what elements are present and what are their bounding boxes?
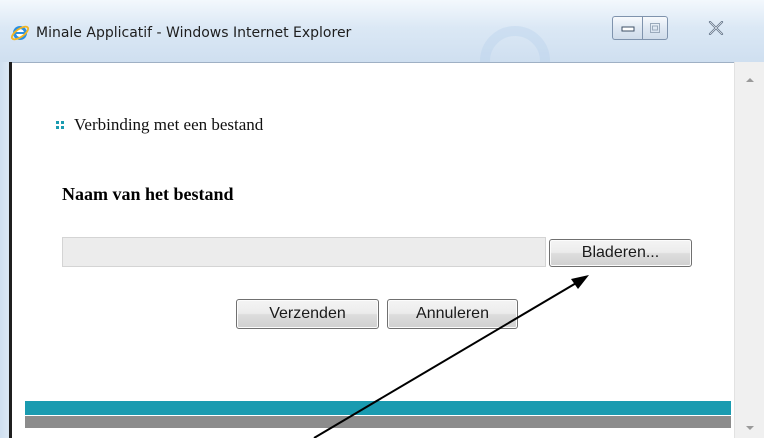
browse-button[interactable]: Bladeren... [549, 239, 692, 267]
scroll-down-arrow-icon [745, 416, 755, 435]
minimize-icon [621, 24, 635, 32]
footer-band-teal [25, 401, 731, 415]
maximize-button[interactable] [642, 16, 668, 40]
bullet-icon [56, 121, 64, 129]
internet-explorer-icon [10, 23, 30, 43]
section-heading-text: Verbinding met een bestand [74, 115, 264, 134]
minimize-button[interactable] [612, 16, 642, 40]
scroll-up-arrow-icon [745, 68, 755, 87]
file-name-label: Naam van het bestand [62, 184, 234, 204]
send-button[interactable]: Verzenden [236, 299, 379, 329]
close-button[interactable] [668, 16, 764, 40]
caption-buttons [612, 16, 764, 42]
scroll-up-button[interactable] [735, 66, 764, 88]
window-title: Minale Applicatif - Windows Internet Exp… [36, 25, 352, 41]
maximize-icon [649, 22, 661, 34]
vertical-scrollbar[interactable] [734, 62, 764, 438]
window-titlebar: Minale Applicatif - Windows Internet Exp… [0, 0, 764, 96]
window-frame-left [0, 62, 12, 438]
scroll-down-button[interactable] [735, 414, 764, 436]
file-path-input[interactable] [62, 237, 546, 267]
footer-band-gray [25, 416, 731, 428]
cancel-button[interactable]: Annuleren [387, 299, 518, 329]
close-icon [708, 21, 724, 35]
section-heading: Verbinding met een bestand [56, 114, 263, 136]
